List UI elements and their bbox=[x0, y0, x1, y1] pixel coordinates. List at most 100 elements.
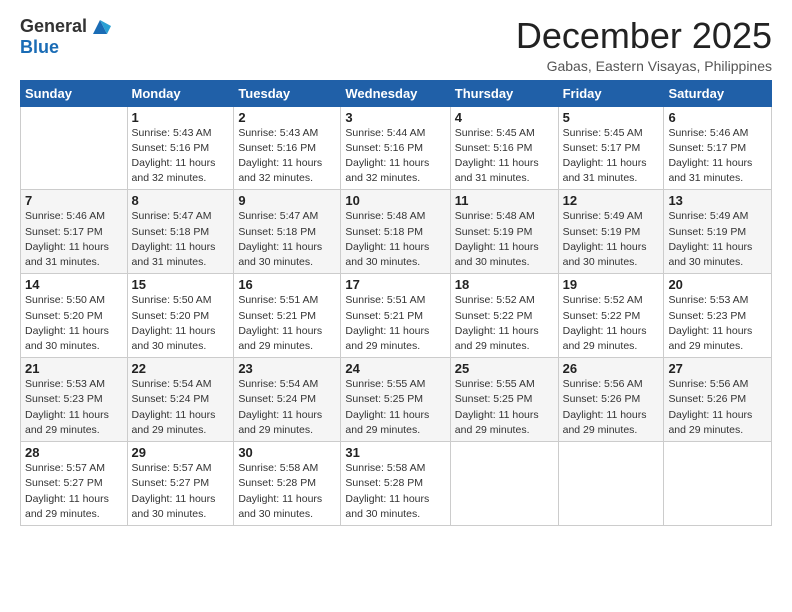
calendar-cell bbox=[558, 442, 664, 526]
calendar-cell: 4Sunrise: 5:45 AMSunset: 5:16 PMDaylight… bbox=[450, 106, 558, 190]
day-number: 29 bbox=[132, 445, 230, 460]
day-number: 16 bbox=[238, 277, 336, 292]
day-info: Sunrise: 5:55 AMSunset: 5:25 PMDaylight:… bbox=[455, 377, 554, 438]
day-info: Sunrise: 5:43 AMSunset: 5:16 PMDaylight:… bbox=[238, 126, 336, 187]
day-info: Sunrise: 5:48 AMSunset: 5:18 PMDaylight:… bbox=[345, 209, 445, 270]
calendar-cell bbox=[664, 442, 772, 526]
day-number: 4 bbox=[455, 110, 554, 125]
calendar-cell: 9Sunrise: 5:47 AMSunset: 5:18 PMDaylight… bbox=[234, 190, 341, 274]
day-number: 31 bbox=[345, 445, 445, 460]
page: General Blue December 2025 Gabas, Easter… bbox=[0, 0, 792, 612]
day-info: Sunrise: 5:54 AMSunset: 5:24 PMDaylight:… bbox=[238, 377, 336, 438]
day-number: 27 bbox=[668, 361, 767, 376]
logo: General Blue bbox=[20, 16, 111, 58]
calendar-week-row: 14Sunrise: 5:50 AMSunset: 5:20 PMDayligh… bbox=[21, 274, 772, 358]
calendar-cell: 24Sunrise: 5:55 AMSunset: 5:25 PMDayligh… bbox=[341, 358, 450, 442]
calendar-cell: 23Sunrise: 5:54 AMSunset: 5:24 PMDayligh… bbox=[234, 358, 341, 442]
calendar-cell: 31Sunrise: 5:58 AMSunset: 5:28 PMDayligh… bbox=[341, 442, 450, 526]
day-info: Sunrise: 5:55 AMSunset: 5:25 PMDaylight:… bbox=[345, 377, 445, 438]
day-number: 7 bbox=[25, 193, 123, 208]
weekday-header: Saturday bbox=[664, 80, 772, 106]
calendar-cell: 21Sunrise: 5:53 AMSunset: 5:23 PMDayligh… bbox=[21, 358, 128, 442]
calendar-cell: 28Sunrise: 5:57 AMSunset: 5:27 PMDayligh… bbox=[21, 442, 128, 526]
day-info: Sunrise: 5:56 AMSunset: 5:26 PMDaylight:… bbox=[668, 377, 767, 438]
day-number: 24 bbox=[345, 361, 445, 376]
calendar-cell: 29Sunrise: 5:57 AMSunset: 5:27 PMDayligh… bbox=[127, 442, 234, 526]
title-block: December 2025 Gabas, Eastern Visayas, Ph… bbox=[516, 16, 772, 74]
day-info: Sunrise: 5:43 AMSunset: 5:16 PMDaylight:… bbox=[132, 126, 230, 187]
calendar-cell: 17Sunrise: 5:51 AMSunset: 5:21 PMDayligh… bbox=[341, 274, 450, 358]
day-number: 5 bbox=[563, 110, 660, 125]
calendar-cell: 18Sunrise: 5:52 AMSunset: 5:22 PMDayligh… bbox=[450, 274, 558, 358]
day-info: Sunrise: 5:45 AMSunset: 5:16 PMDaylight:… bbox=[455, 126, 554, 187]
day-number: 3 bbox=[345, 110, 445, 125]
calendar-cell: 27Sunrise: 5:56 AMSunset: 5:26 PMDayligh… bbox=[664, 358, 772, 442]
day-number: 17 bbox=[345, 277, 445, 292]
day-number: 8 bbox=[132, 193, 230, 208]
day-number: 26 bbox=[563, 361, 660, 376]
location: Gabas, Eastern Visayas, Philippines bbox=[516, 58, 772, 74]
weekday-header: Tuesday bbox=[234, 80, 341, 106]
day-info: Sunrise: 5:53 AMSunset: 5:23 PMDaylight:… bbox=[668, 293, 767, 354]
calendar-cell: 26Sunrise: 5:56 AMSunset: 5:26 PMDayligh… bbox=[558, 358, 664, 442]
calendar-cell: 13Sunrise: 5:49 AMSunset: 5:19 PMDayligh… bbox=[664, 190, 772, 274]
day-info: Sunrise: 5:58 AMSunset: 5:28 PMDaylight:… bbox=[238, 461, 336, 522]
day-info: Sunrise: 5:53 AMSunset: 5:23 PMDaylight:… bbox=[25, 377, 123, 438]
day-info: Sunrise: 5:58 AMSunset: 5:28 PMDaylight:… bbox=[345, 461, 445, 522]
day-number: 15 bbox=[132, 277, 230, 292]
day-number: 18 bbox=[455, 277, 554, 292]
day-number: 9 bbox=[238, 193, 336, 208]
weekday-header: Monday bbox=[127, 80, 234, 106]
day-info: Sunrise: 5:56 AMSunset: 5:26 PMDaylight:… bbox=[563, 377, 660, 438]
logo-general-text: General bbox=[20, 17, 87, 37]
day-info: Sunrise: 5:57 AMSunset: 5:27 PMDaylight:… bbox=[132, 461, 230, 522]
calendar-header-row: SundayMondayTuesdayWednesdayThursdayFrid… bbox=[21, 80, 772, 106]
day-number: 30 bbox=[238, 445, 336, 460]
day-number: 14 bbox=[25, 277, 123, 292]
day-number: 28 bbox=[25, 445, 123, 460]
weekday-header: Sunday bbox=[21, 80, 128, 106]
calendar-week-row: 7Sunrise: 5:46 AMSunset: 5:17 PMDaylight… bbox=[21, 190, 772, 274]
weekday-header: Thursday bbox=[450, 80, 558, 106]
calendar-cell: 8Sunrise: 5:47 AMSunset: 5:18 PMDaylight… bbox=[127, 190, 234, 274]
day-info: Sunrise: 5:50 AMSunset: 5:20 PMDaylight:… bbox=[25, 293, 123, 354]
day-info: Sunrise: 5:49 AMSunset: 5:19 PMDaylight:… bbox=[668, 209, 767, 270]
calendar-cell: 20Sunrise: 5:53 AMSunset: 5:23 PMDayligh… bbox=[664, 274, 772, 358]
calendar-cell: 5Sunrise: 5:45 AMSunset: 5:17 PMDaylight… bbox=[558, 106, 664, 190]
calendar-week-row: 1Sunrise: 5:43 AMSunset: 5:16 PMDaylight… bbox=[21, 106, 772, 190]
calendar-cell: 22Sunrise: 5:54 AMSunset: 5:24 PMDayligh… bbox=[127, 358, 234, 442]
calendar-cell: 7Sunrise: 5:46 AMSunset: 5:17 PMDaylight… bbox=[21, 190, 128, 274]
day-number: 11 bbox=[455, 193, 554, 208]
day-number: 20 bbox=[668, 277, 767, 292]
day-info: Sunrise: 5:49 AMSunset: 5:19 PMDaylight:… bbox=[563, 209, 660, 270]
calendar-cell bbox=[21, 106, 128, 190]
day-info: Sunrise: 5:48 AMSunset: 5:19 PMDaylight:… bbox=[455, 209, 554, 270]
day-info: Sunrise: 5:54 AMSunset: 5:24 PMDaylight:… bbox=[132, 377, 230, 438]
day-number: 19 bbox=[563, 277, 660, 292]
day-info: Sunrise: 5:50 AMSunset: 5:20 PMDaylight:… bbox=[132, 293, 230, 354]
weekday-header: Wednesday bbox=[341, 80, 450, 106]
calendar-cell: 11Sunrise: 5:48 AMSunset: 5:19 PMDayligh… bbox=[450, 190, 558, 274]
calendar-cell: 12Sunrise: 5:49 AMSunset: 5:19 PMDayligh… bbox=[558, 190, 664, 274]
day-info: Sunrise: 5:47 AMSunset: 5:18 PMDaylight:… bbox=[132, 209, 230, 270]
day-info: Sunrise: 5:46 AMSunset: 5:17 PMDaylight:… bbox=[668, 126, 767, 187]
day-info: Sunrise: 5:51 AMSunset: 5:21 PMDaylight:… bbox=[238, 293, 336, 354]
day-info: Sunrise: 5:51 AMSunset: 5:21 PMDaylight:… bbox=[345, 293, 445, 354]
day-number: 6 bbox=[668, 110, 767, 125]
weekday-header: Friday bbox=[558, 80, 664, 106]
day-number: 2 bbox=[238, 110, 336, 125]
day-number: 22 bbox=[132, 361, 230, 376]
logo-icon bbox=[89, 16, 111, 38]
calendar-cell: 30Sunrise: 5:58 AMSunset: 5:28 PMDayligh… bbox=[234, 442, 341, 526]
day-number: 12 bbox=[563, 193, 660, 208]
calendar-week-row: 28Sunrise: 5:57 AMSunset: 5:27 PMDayligh… bbox=[21, 442, 772, 526]
day-info: Sunrise: 5:57 AMSunset: 5:27 PMDaylight:… bbox=[25, 461, 123, 522]
calendar-cell: 10Sunrise: 5:48 AMSunset: 5:18 PMDayligh… bbox=[341, 190, 450, 274]
month-year: December 2025 bbox=[516, 16, 772, 56]
calendar-week-row: 21Sunrise: 5:53 AMSunset: 5:23 PMDayligh… bbox=[21, 358, 772, 442]
calendar-cell: 2Sunrise: 5:43 AMSunset: 5:16 PMDaylight… bbox=[234, 106, 341, 190]
day-info: Sunrise: 5:52 AMSunset: 5:22 PMDaylight:… bbox=[455, 293, 554, 354]
calendar-cell: 19Sunrise: 5:52 AMSunset: 5:22 PMDayligh… bbox=[558, 274, 664, 358]
calendar-cell: 16Sunrise: 5:51 AMSunset: 5:21 PMDayligh… bbox=[234, 274, 341, 358]
day-number: 23 bbox=[238, 361, 336, 376]
